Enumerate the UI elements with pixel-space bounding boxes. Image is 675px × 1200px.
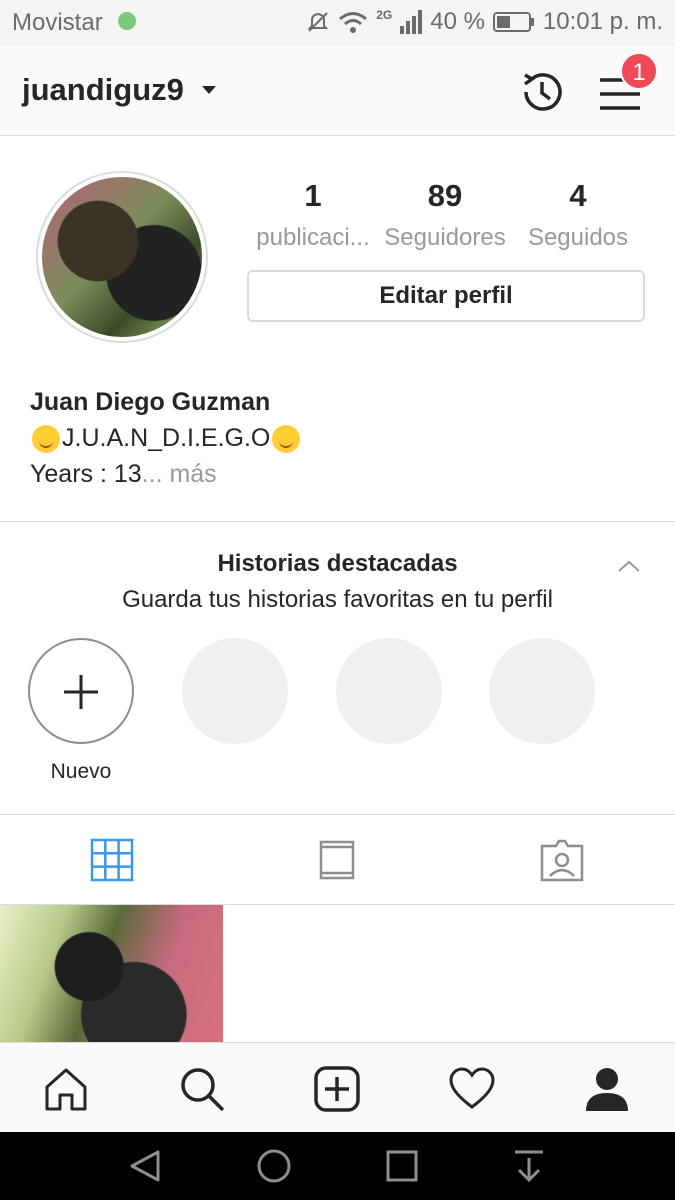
- posts-count: 1 publicaci...: [246, 178, 380, 252]
- grid-icon[interactable]: [88, 836, 136, 884]
- following-label: Seguidos: [527, 224, 629, 251]
- status-bar: Movistar 2G 40 % 10:01 p. m.: [0, 0, 675, 46]
- home-icon[interactable]: [42, 1065, 90, 1113]
- highlight-placeholder: [182, 638, 288, 744]
- signal-icon: [400, 10, 423, 34]
- bio-line-1: J.U.A.N_D.I.E.G.O: [30, 424, 302, 453]
- smiley-emoji-icon: [32, 424, 60, 453]
- highlights-subtitle: Guarda tus historias favoritas en tu per…: [122, 586, 553, 613]
- highlight-placeholder: [336, 638, 442, 744]
- archive-history-icon[interactable]: [516, 66, 568, 118]
- feed-icon[interactable]: [313, 836, 361, 884]
- divider: [0, 521, 675, 522]
- system-nav-bar: [0, 1132, 675, 1200]
- full-name: Juan Diego Guzman: [30, 388, 271, 416]
- chevron-up-icon[interactable]: [618, 556, 640, 578]
- heart-icon[interactable]: [448, 1065, 496, 1113]
- recents-icon[interactable]: [384, 1148, 420, 1184]
- bottom-nav: [0, 1042, 675, 1132]
- edit-profile-button[interactable]: Editar perfil: [247, 270, 645, 322]
- followers-label: Seguidores: [384, 224, 506, 251]
- divider: [0, 814, 675, 815]
- notification-pulldown-icon[interactable]: [511, 1148, 547, 1184]
- carrier-name: Movistar: [12, 9, 103, 36]
- profile-top-bar: juandiguz9: [0, 46, 675, 136]
- profile-icon[interactable]: [583, 1065, 631, 1113]
- post-thumbnail[interactable]: [0, 905, 223, 1042]
- search-icon[interactable]: [178, 1065, 226, 1113]
- plus-icon: [64, 675, 98, 709]
- back-icon[interactable]: [128, 1148, 164, 1184]
- posts-label: publicaci...: [256, 224, 370, 251]
- clock: 10:01 p. m.: [542, 8, 663, 35]
- home-circle-icon[interactable]: [256, 1148, 292, 1184]
- bio-more-link[interactable]: ... más: [142, 460, 217, 488]
- smiley-emoji-icon: [272, 424, 301, 453]
- posts-value: 1: [304, 178, 322, 213]
- highlight-placeholder: [489, 638, 595, 744]
- new-highlight-label: Nuevo: [50, 760, 112, 783]
- bio-text: J.U.A.N_D.I.E.G.O: [62, 424, 271, 452]
- new-highlight-button[interactable]: [28, 638, 134, 744]
- followers-value: 89: [427, 178, 463, 213]
- chevron-down-icon[interactable]: [202, 86, 216, 94]
- whatsapp-notification-icon: [118, 12, 136, 30]
- followers-count[interactable]: 89 Seguidores: [378, 178, 512, 252]
- mute-icon: [307, 12, 329, 32]
- add-post-icon[interactable]: [313, 1065, 361, 1113]
- notification-badge[interactable]: 1: [620, 52, 658, 90]
- wifi-icon: [339, 12, 368, 33]
- username-switcher[interactable]: juandiguz9: [22, 72, 184, 108]
- battery-icon: [492, 12, 534, 32]
- battery-percent: 40 %: [430, 8, 485, 35]
- bio-years: Years : 13: [30, 460, 142, 488]
- highlights-title: Historias destacadas: [217, 550, 458, 577]
- network-type: 2G: [376, 8, 393, 22]
- following-count[interactable]: 4 Seguidos: [511, 178, 645, 252]
- following-value: 4: [569, 178, 587, 213]
- bio-line-2: Years : 13... más: [30, 460, 217, 489]
- tagged-icon[interactable]: [538, 836, 586, 884]
- avatar[interactable]: [42, 177, 202, 337]
